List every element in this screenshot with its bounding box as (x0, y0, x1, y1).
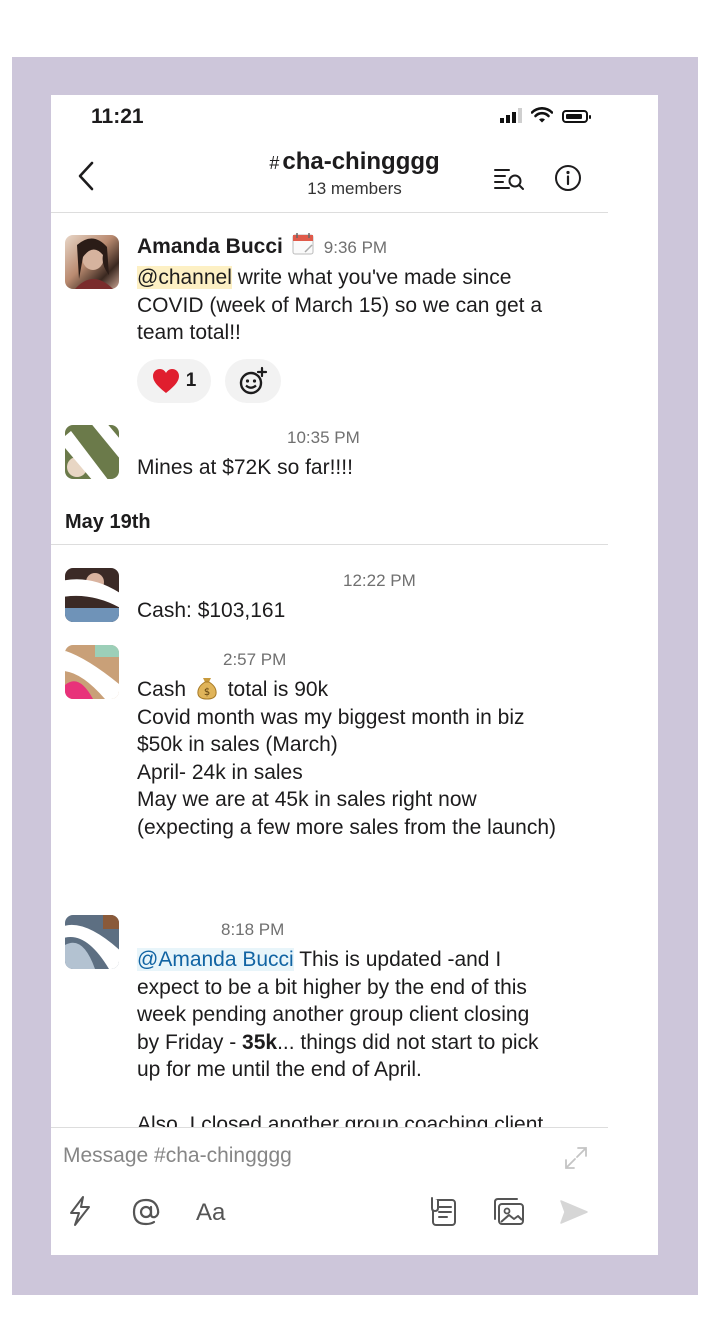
channel-mention[interactable]: @channel (137, 266, 232, 289)
message-time: 12:22 PM (343, 571, 416, 590)
message-text: Cash $ total is 90k Covid month was my b… (137, 678, 557, 839)
message-header: Amanda Bucci 9:36 PM (137, 232, 387, 259)
battery-icon (562, 110, 591, 123)
avatar[interactable] (65, 425, 119, 479)
reaction-heart[interactable]: 1 (137, 359, 211, 403)
add-reaction-icon (239, 366, 268, 395)
bold-amount: 35k (242, 1030, 278, 1054)
info-icon[interactable] (554, 164, 582, 192)
expand-icon[interactable] (563, 1145, 589, 1171)
shortcuts-lightning-icon[interactable] (67, 1195, 93, 1227)
message-author[interactable]: Amanda Bucci (137, 235, 283, 258)
hash-icon: # (269, 153, 280, 173)
message-time: 9:36 PM (323, 238, 388, 257)
channel-name: cha-chingggg (282, 148, 440, 175)
heart-icon (152, 369, 179, 393)
send-icon[interactable] (559, 1199, 589, 1225)
svg-text:$: $ (204, 687, 210, 698)
photo-library-icon[interactable] (493, 1197, 525, 1227)
search-in-channel-icon[interactable] (493, 165, 525, 191)
avatar[interactable] (65, 915, 119, 969)
message-text: @channel write what you've made since CO… (137, 266, 542, 344)
message-text: Mines at $72K so far!!!! (137, 456, 353, 479)
format-text-button[interactable]: Aa (196, 1199, 225, 1227)
user-mention[interactable]: @Amanda Bucci (137, 948, 294, 971)
composer-divider (51, 1127, 608, 1128)
calendar-status-icon (292, 233, 314, 255)
add-reaction-button[interactable] (225, 359, 281, 403)
message-text: Cash: $103,161 (137, 599, 286, 622)
signal-icon (500, 107, 522, 123)
money-bag-icon: $ (197, 678, 217, 700)
day-divider: May 19th (65, 511, 151, 533)
status-time: 11:21 (91, 105, 144, 128)
attach-file-icon[interactable] (429, 1196, 459, 1228)
message-text: @Amanda Bucci This is updated -and I exp… (137, 948, 544, 1136)
phone-screen: 11:21 # cha-chingggg 13 members Amanda Bu… (51, 95, 658, 1255)
avatar[interactable] (65, 235, 119, 289)
avatar[interactable] (65, 568, 119, 622)
mention-at-icon[interactable] (131, 1197, 161, 1227)
avatar[interactable] (65, 645, 119, 699)
day-divider-line (51, 544, 608, 545)
wifi-icon (531, 107, 553, 123)
message-time: 8:18 PM (221, 920, 285, 939)
message-time: 2:57 PM (223, 650, 287, 669)
reaction-count: 1 (185, 370, 197, 391)
message-input[interactable]: Message #cha-chingggg (63, 1144, 292, 1168)
header-divider (51, 212, 608, 213)
message-time: 10:35 PM (287, 428, 360, 447)
status-icons (500, 107, 591, 123)
